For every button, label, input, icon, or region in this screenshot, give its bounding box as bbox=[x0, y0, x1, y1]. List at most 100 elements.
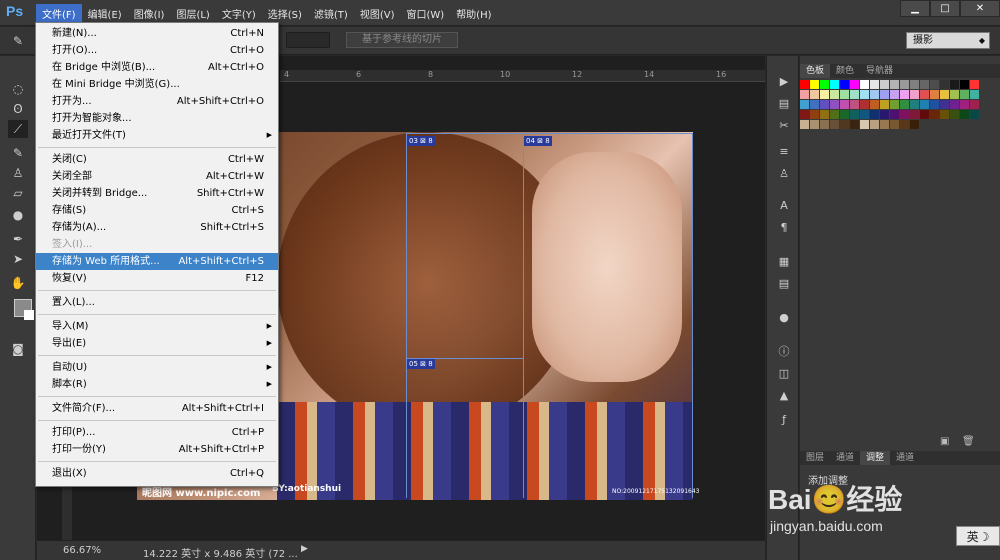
color-swatch[interactable] bbox=[820, 120, 829, 129]
slices-from-guides-button[interactable]: 基于参考线的切片 bbox=[346, 32, 458, 48]
background-color[interactable] bbox=[24, 310, 34, 320]
zoom-level[interactable]: 66.67% bbox=[63, 545, 101, 556]
color-swatch[interactable] bbox=[930, 100, 939, 109]
hand-tool-icon[interactable]: ✋ bbox=[8, 274, 28, 292]
clone-source-icon[interactable]: ♙ bbox=[775, 166, 793, 182]
color-swatch[interactable] bbox=[940, 110, 949, 119]
file-menu-item[interactable]: 最近打开文件(T) ▶ bbox=[36, 127, 278, 144]
menu-item[interactable]: 窗口(W) bbox=[400, 4, 450, 23]
color-swatch[interactable] bbox=[880, 120, 889, 129]
slice-tool-icon[interactable]: ⟋ bbox=[8, 120, 28, 138]
color-swatch[interactable] bbox=[820, 80, 829, 89]
trash-icon[interactable]: 🗑 bbox=[962, 436, 975, 447]
color-swatch[interactable] bbox=[830, 120, 839, 129]
color-swatch[interactable] bbox=[910, 120, 919, 129]
menu-item[interactable]: 帮助(H) bbox=[450, 4, 497, 23]
workspace-select[interactable]: 摄影 ◆ bbox=[906, 32, 990, 49]
panel-tab[interactable]: 颜色 bbox=[830, 64, 860, 78]
slice-tag[interactable]: 05 ⊠ 8 bbox=[407, 359, 435, 369]
file-menu-item[interactable]: 关闭(C) Ctrl+W bbox=[36, 151, 278, 168]
panel-tab[interactable]: 通道 bbox=[890, 451, 920, 465]
minimize-button[interactable]: ▁ bbox=[900, 0, 930, 17]
file-menu-item[interactable]: 打开为智能对象... bbox=[36, 110, 278, 127]
color-swatch[interactable] bbox=[890, 110, 899, 119]
color-swatch[interactable] bbox=[960, 90, 969, 99]
new-swatch-icon[interactable]: ▣ bbox=[940, 436, 949, 447]
color-swatch[interactable] bbox=[970, 80, 979, 89]
color-swatch[interactable] bbox=[870, 110, 879, 119]
color-swatch[interactable] bbox=[840, 120, 849, 129]
color-swatch[interactable] bbox=[860, 120, 869, 129]
slice-tag[interactable]: 04 ⊠ 8 bbox=[524, 136, 552, 146]
color-swatch[interactable] bbox=[860, 80, 869, 89]
color-swatch[interactable] bbox=[880, 110, 889, 119]
file-menu-item[interactable]: 打开(O)... Ctrl+O bbox=[36, 42, 278, 59]
color-swatch[interactable] bbox=[850, 120, 859, 129]
blur-tool-icon[interactable]: ● bbox=[8, 206, 28, 224]
color-swatch[interactable] bbox=[840, 110, 849, 119]
color-swatch[interactable] bbox=[940, 80, 949, 89]
color-swatch[interactable] bbox=[880, 90, 889, 99]
color-swatch[interactable] bbox=[830, 80, 839, 89]
play-icon[interactable]: ▶ bbox=[775, 74, 793, 90]
color-swatch[interactable] bbox=[890, 80, 899, 89]
restore-button[interactable]: □ bbox=[930, 0, 960, 17]
menu-item[interactable]: 滤镜(T) bbox=[308, 4, 354, 23]
color-swatch[interactable] bbox=[950, 80, 959, 89]
history-icon[interactable]: ▤ bbox=[775, 96, 793, 112]
histogram-icon[interactable]: ▲ bbox=[775, 388, 793, 404]
color-swatch[interactable] bbox=[880, 80, 889, 89]
file-menu-item[interactable]: 导出(E) ▶ bbox=[36, 335, 278, 352]
file-menu-item[interactable]: 退出(X) Ctrl+Q bbox=[36, 465, 278, 482]
file-menu-item[interactable]: 新建(N)... Ctrl+N bbox=[36, 25, 278, 42]
color-swatch[interactable] bbox=[850, 90, 859, 99]
color-swatch[interactable] bbox=[950, 90, 959, 99]
menu-item[interactable]: 选择(S) bbox=[262, 4, 308, 23]
marquee-tool-icon[interactable]: ◌ bbox=[8, 80, 28, 98]
color-swatch[interactable] bbox=[900, 100, 909, 109]
path-select-tool-icon[interactable]: ➤ bbox=[8, 250, 28, 268]
color-swatch[interactable] bbox=[950, 110, 959, 119]
file-menu-item[interactable]: 关闭全部 Alt+Ctrl+W bbox=[36, 168, 278, 185]
panel-tab[interactable]: 导航器 bbox=[860, 64, 899, 78]
color-swatch[interactable] bbox=[860, 100, 869, 109]
file-menu-item[interactable]: 在 Bridge 中浏览(B)... Alt+Ctrl+O bbox=[36, 59, 278, 76]
color-swatch[interactable] bbox=[930, 80, 939, 89]
file-menu-item[interactable]: 置入(L)... bbox=[36, 294, 278, 311]
menu-item[interactable]: 文件(F) bbox=[36, 4, 82, 23]
color-swatch[interactable] bbox=[820, 110, 829, 119]
color-swatch[interactable] bbox=[960, 80, 969, 89]
file-menu-item[interactable]: 恢复(V) F12 bbox=[36, 270, 278, 287]
menu-item[interactable]: 文字(Y) bbox=[216, 4, 262, 23]
color-swatch[interactable] bbox=[920, 100, 929, 109]
color-swatch[interactable] bbox=[850, 80, 859, 89]
color-swatch[interactable] bbox=[910, 100, 919, 109]
panel-tab[interactable]: 通道 bbox=[830, 451, 860, 465]
color-swatch[interactable] bbox=[910, 80, 919, 89]
color-swatch[interactable] bbox=[900, 80, 909, 89]
color-swatch[interactable] bbox=[870, 90, 879, 99]
color-swatch[interactable] bbox=[810, 90, 819, 99]
brush-presets-icon[interactable]: ≡ bbox=[775, 144, 793, 160]
color-swatch[interactable] bbox=[890, 120, 899, 129]
panel-tab[interactable]: 色板 bbox=[800, 64, 831, 78]
color-swatch[interactable] bbox=[820, 100, 829, 109]
color-swatch[interactable] bbox=[840, 80, 849, 89]
color-swatch[interactable] bbox=[960, 110, 969, 119]
paragraph-icon[interactable]: ¶ bbox=[775, 220, 793, 236]
color-swatch[interactable] bbox=[810, 120, 819, 129]
color-swatch[interactable] bbox=[970, 110, 979, 119]
info-icon[interactable]: ⓘ bbox=[775, 344, 793, 360]
color-swatch[interactable] bbox=[860, 110, 869, 119]
color-swatch[interactable] bbox=[830, 110, 839, 119]
slice-tool-icon[interactable]: ✎ bbox=[8, 32, 28, 50]
properties-icon[interactable]: ▤ bbox=[775, 276, 793, 292]
color-swatch[interactable] bbox=[800, 120, 809, 129]
color-swatch[interactable] bbox=[800, 90, 809, 99]
color-swatch[interactable] bbox=[970, 100, 979, 109]
slice-tag[interactable]: 03 ⊠ 8 bbox=[407, 136, 435, 146]
color-swatch[interactable] bbox=[870, 120, 879, 129]
file-menu-item[interactable]: 关闭并转到 Bridge... Shift+Ctrl+W bbox=[36, 185, 278, 202]
color-swatch[interactable] bbox=[910, 110, 919, 119]
character-icon[interactable]: A bbox=[775, 198, 793, 214]
